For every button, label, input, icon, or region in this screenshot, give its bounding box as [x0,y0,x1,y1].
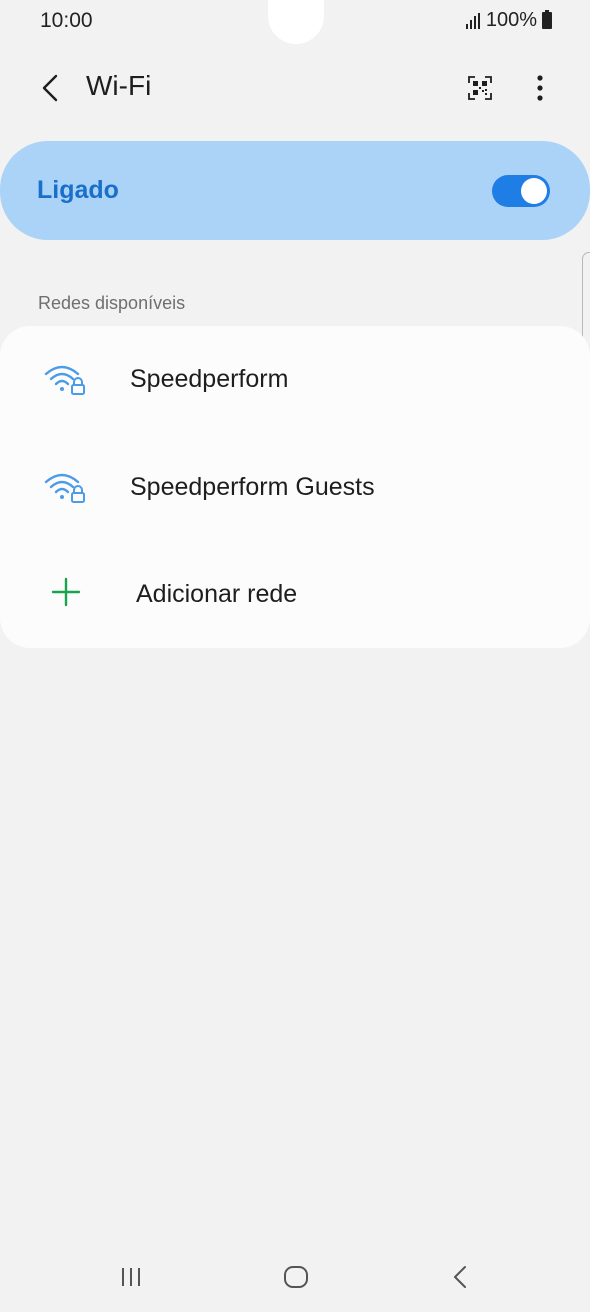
system-navigation-bar [0,1240,590,1312]
home-icon [284,1266,308,1288]
back-button[interactable] [30,66,70,110]
home-button[interactable] [280,1262,312,1292]
add-network-label: Adicionar rede [136,580,298,608]
status-time: 10:00 [40,9,93,32]
qr-code-icon [468,76,492,100]
available-networks-list: Speedperform Speedperform Guests Adicion… [0,326,590,648]
more-vertical-icon [537,75,543,101]
more-options-button[interactable] [522,68,558,108]
section-header-available-networks: Redes disponíveis [38,293,186,313]
back-icon [454,1266,466,1288]
toggle-knob [521,178,547,204]
recents-button[interactable] [114,1262,148,1292]
status-indicators: 100% [465,9,552,32]
plus-icon [51,577,81,607]
wifi-master-toggle[interactable]: Ligado [0,141,590,240]
app-bar: Wi-Fi [0,56,590,120]
recents-icon [122,1268,140,1286]
page-title: Wi-Fi [86,70,152,101]
network-name: Speedperform [130,365,289,393]
chevron-left-icon [42,74,58,102]
camera-notch [268,0,324,44]
nav-back-button[interactable] [444,1262,476,1292]
network-item[interactable]: Speedperform Guests [0,434,590,538]
battery-percent: 100% [485,9,537,31]
wifi-toggle-label: Ligado [37,176,119,204]
qr-code-button[interactable] [462,70,498,106]
status-bar: 10:00 100% [0,0,590,44]
network-name: Speedperform Guests [130,473,375,501]
battery-icon [542,10,552,29]
network-item[interactable]: Speedperform [0,326,590,430]
wifi-toggle-switch[interactable] [492,175,550,207]
signal-icon [465,12,480,29]
wifi-locked-icon [44,365,85,395]
wifi-locked-icon [44,473,85,503]
add-network-button[interactable]: Adicionar rede [0,540,590,644]
